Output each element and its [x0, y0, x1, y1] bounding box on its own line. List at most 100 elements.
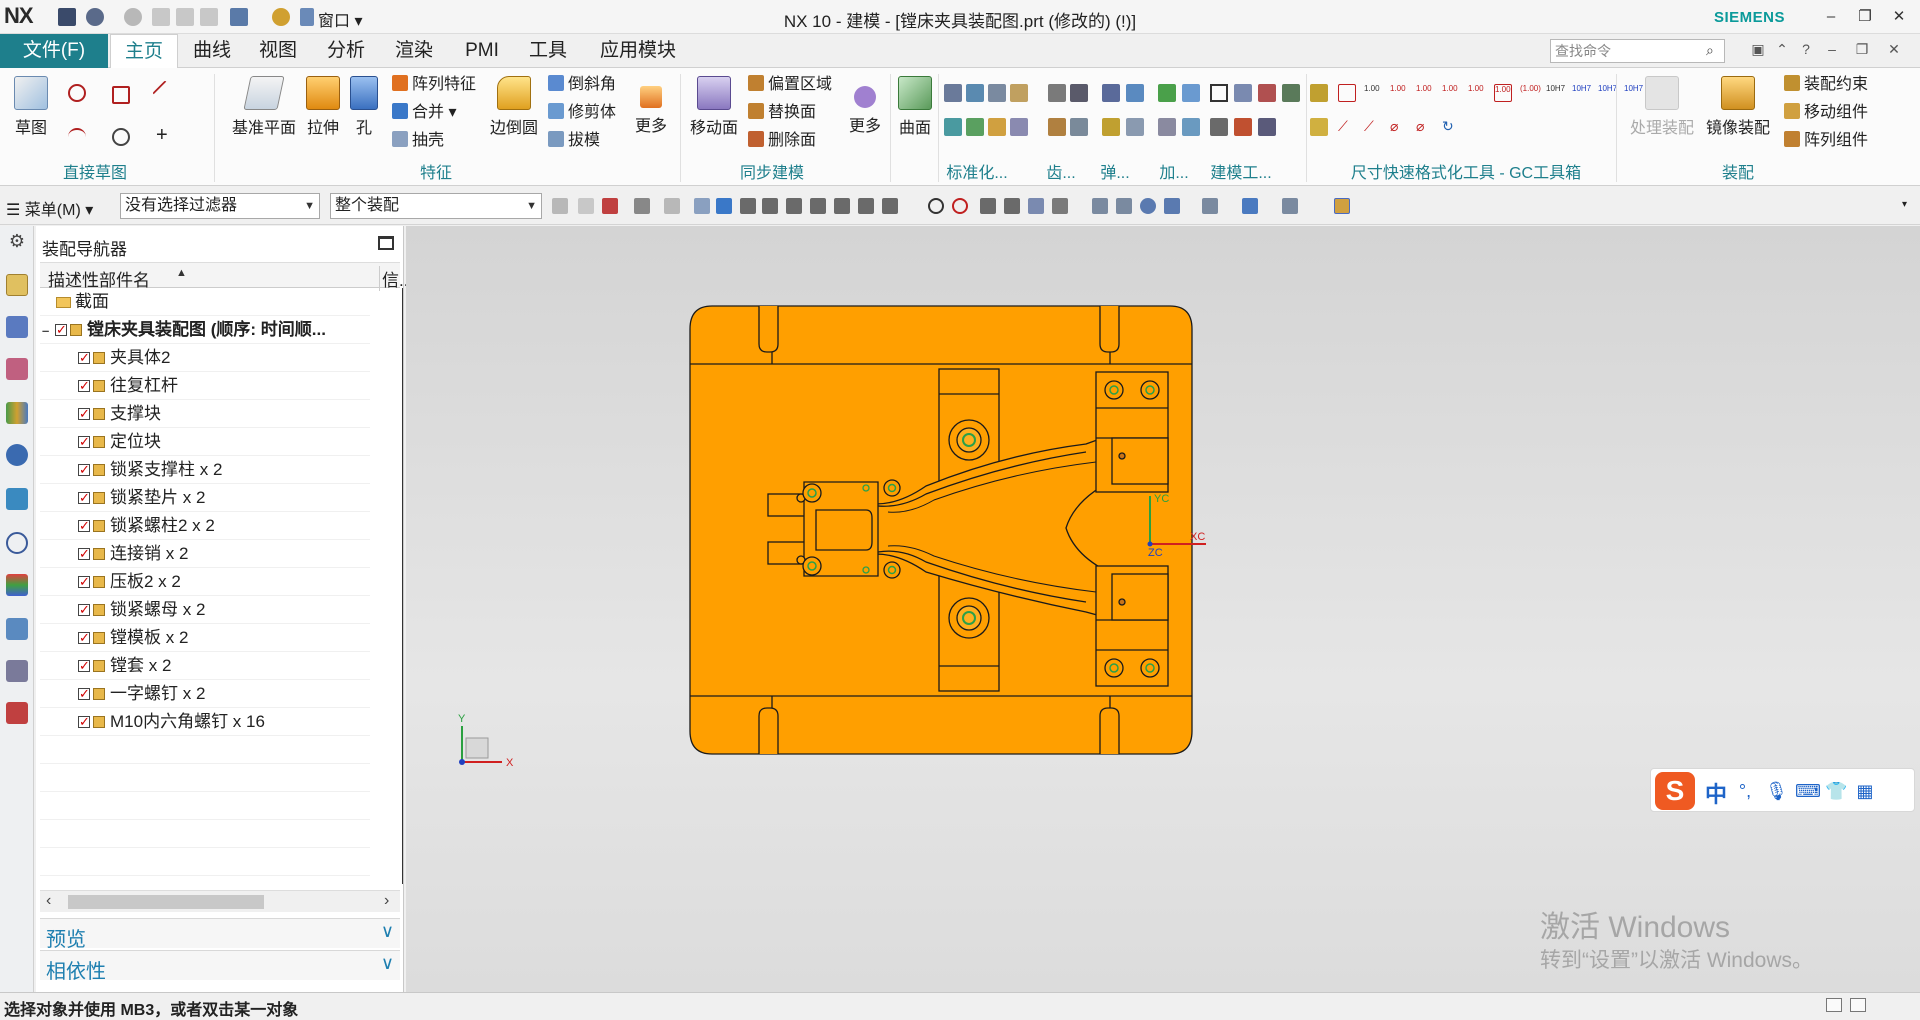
visibility-checkbox[interactable] — [78, 428, 90, 456]
minimize-button[interactable]: – — [1816, 6, 1846, 28]
snap-icon-13[interactable] — [858, 198, 874, 214]
gc-dim-icon-6[interactable]: 1.00 — [1468, 84, 1486, 102]
tool-icon-3[interactable] — [1258, 84, 1276, 102]
circle-icon[interactable] — [112, 128, 130, 146]
snap-icon-1[interactable] — [552, 198, 568, 214]
tree-node-part[interactable]: 锁紧螺母 x 2 — [40, 596, 370, 624]
status-window-icon[interactable] — [1826, 998, 1842, 1012]
arc-icon[interactable] — [68, 128, 86, 146]
replace-face-button[interactable]: 替换面 — [748, 100, 816, 126]
tree-node-part[interactable]: 镗模板 x 2 — [40, 624, 370, 652]
tree-node-part[interactable]: 夹具体2 — [40, 344, 370, 372]
visibility-checkbox[interactable] — [55, 316, 67, 344]
save-icon[interactable] — [58, 8, 76, 26]
gc-dim-icon-7[interactable]: 1.00 — [1494, 84, 1512, 102]
add-icon-2[interactable] — [1182, 84, 1200, 102]
gear-part-icon-1[interactable] — [1048, 84, 1066, 102]
toolbar-overflow-icon[interactable]: ▾ — [1902, 199, 1907, 210]
visibility-checkbox[interactable] — [78, 484, 90, 512]
tree-node-part[interactable]: 连接销 x 2 — [40, 540, 370, 568]
restore-button[interactable]: ❐ — [1850, 6, 1880, 28]
view-icon-2[interactable] — [1116, 198, 1132, 214]
part-navigator-tab-icon[interactable] — [6, 358, 28, 380]
window-menu-icon[interactable] — [300, 8, 314, 26]
view-icon-1[interactable] — [1092, 198, 1108, 214]
paste-icon[interactable] — [200, 8, 218, 26]
tool-icon-5[interactable] — [1210, 118, 1228, 136]
std-part-icon-4[interactable] — [1010, 84, 1028, 102]
snap-end-icon[interactable] — [980, 198, 996, 214]
extrude-button[interactable]: 拉伸 — [300, 76, 346, 138]
draft-button[interactable]: 拔模 — [548, 128, 600, 154]
tree-node-part[interactable]: 压板2 x 2 — [40, 568, 370, 596]
tool-icon-6[interactable] — [1234, 118, 1252, 136]
microphone-icon[interactable]: 🎙 — [1765, 781, 1788, 801]
doc-close-icon[interactable]: ✕ — [1884, 41, 1904, 61]
maximize-navigator-icon[interactable] — [378, 236, 394, 250]
skin-icon[interactable]: 👕 — [1825, 781, 1847, 801]
line-icon[interactable] — [152, 80, 178, 106]
snap-center-icon[interactable] — [952, 198, 968, 214]
snap-icon-3[interactable] — [602, 198, 618, 214]
visibility-checkbox[interactable] — [78, 652, 90, 680]
chamfer-button[interactable]: 倒斜角 — [548, 72, 616, 98]
gc-dim-icon-9[interactable]: 10H7 — [1546, 84, 1565, 102]
tree-node-part[interactable]: 镗套 x 2 — [40, 652, 370, 680]
tab-analysis[interactable]: 分析 — [318, 34, 374, 68]
add-icon-4[interactable] — [1182, 118, 1200, 136]
tab-render[interactable]: 渲染 — [386, 34, 442, 68]
keyboard-icon[interactable]: ⌨ — [1795, 781, 1821, 801]
snap-icon-8[interactable] — [740, 198, 756, 214]
point-icon[interactable]: + — [156, 125, 174, 145]
gc-icon-2[interactable] — [1310, 118, 1328, 136]
visibility-checkbox[interactable] — [78, 680, 90, 708]
ime-chinese-mode[interactable]: 中 — [1705, 777, 1727, 809]
gc-sym-icon-5[interactable]: ↻ — [1442, 118, 1460, 136]
scroll-left-icon[interactable]: ‹ — [46, 892, 51, 910]
web-browser-tab-icon[interactable] — [6, 488, 28, 510]
dependency-panel-header[interactable]: 相依性 ∨ — [40, 950, 400, 983]
more-features-button[interactable]: 更多 — [630, 76, 672, 136]
layout-icon[interactable] — [230, 8, 248, 26]
std-part-icon-2[interactable] — [966, 84, 984, 102]
gc-dim-icon-11[interactable]: 10H7 — [1598, 84, 1617, 102]
tool-icon-4[interactable] — [1282, 84, 1300, 102]
more-sync-button[interactable]: 更多 — [844, 76, 886, 136]
tool-icon-7[interactable] — [1258, 118, 1276, 136]
status-fullscreen-icon[interactable] — [1850, 998, 1866, 1012]
gc-dim-icon-2[interactable]: 1.00 — [1364, 84, 1382, 102]
spring-icon-3[interactable] — [1102, 118, 1120, 136]
gc-icon-1[interactable] — [1310, 84, 1328, 102]
tab-home[interactable]: 主页 — [110, 34, 178, 69]
undo-icon[interactable] — [86, 8, 104, 26]
gc-sym-icon-4[interactable]: ⌀ — [1416, 118, 1434, 136]
tree-node-part[interactable]: M10内六角螺钉 x 16 — [40, 708, 370, 736]
sogou-logo[interactable]: S — [1655, 772, 1695, 810]
collapse-node-icon[interactable]: – — [42, 317, 52, 345]
tree-node-part[interactable]: 锁紧螺柱2 x 2 — [40, 512, 370, 540]
visibility-checkbox[interactable] — [78, 372, 90, 400]
view-icon-6[interactable] — [1242, 198, 1258, 214]
snap-icon-14[interactable] — [882, 198, 898, 214]
std-part-icon-3[interactable] — [988, 84, 1006, 102]
tab-curve[interactable]: 曲线 — [184, 34, 240, 68]
view-icon-8[interactable] — [1334, 198, 1350, 214]
snap-icon-4[interactable] — [634, 198, 650, 214]
snap-grid-icon[interactable] — [1052, 198, 1068, 214]
snap-icon-2[interactable] — [578, 198, 594, 214]
spring-icon-4[interactable] — [1126, 118, 1144, 136]
reuse-library-tab-icon[interactable] — [6, 402, 28, 424]
tree-node-part[interactable]: 往复杠杆 — [40, 372, 370, 400]
visibility-checkbox[interactable] — [78, 344, 90, 372]
selection-scope-select[interactable]: 整个装配 ▼ — [330, 193, 542, 219]
punctuation-icon[interactable]: °, — [1735, 781, 1755, 801]
gc-dim-icon-1[interactable] — [1338, 84, 1356, 102]
delete-face-button[interactable]: 删除面 — [748, 128, 816, 154]
std-part-icon-1[interactable] — [944, 84, 962, 102]
gear-part-icon-4[interactable] — [1070, 118, 1088, 136]
gc-dim-icon-5[interactable]: 1.00 — [1442, 84, 1460, 102]
type-filter-select[interactable]: 没有选择过滤器 ▼ — [120, 193, 320, 219]
window-menu[interactable]: 窗口 ▾ — [318, 7, 362, 31]
snap-quad-icon[interactable] — [1028, 198, 1044, 214]
std-part-icon-6[interactable] — [966, 118, 984, 136]
